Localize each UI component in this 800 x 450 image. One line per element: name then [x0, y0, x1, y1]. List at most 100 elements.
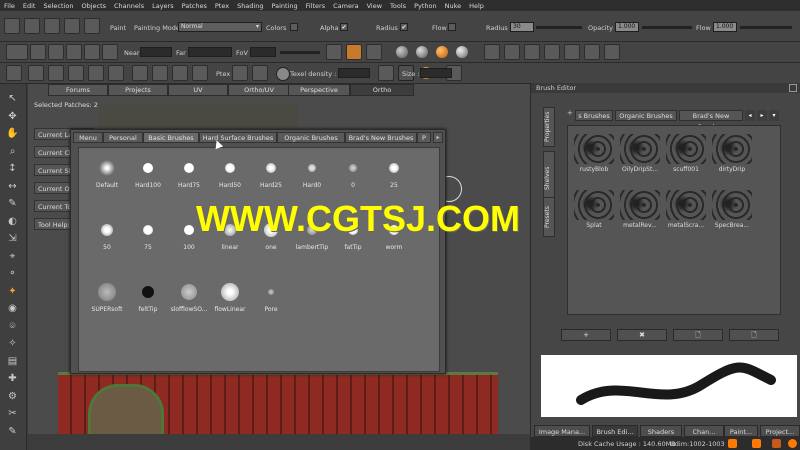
colors-checkbox[interactable]	[290, 23, 298, 31]
tool-12-icon[interactable]: ◉	[6, 302, 19, 315]
cursor-icon[interactable]	[504, 44, 520, 60]
tab-uv[interactable]: UV	[168, 84, 228, 96]
eye-icon[interactable]	[132, 65, 148, 81]
painting-mode-select[interactable]: Normal ▾	[178, 22, 262, 32]
visibility-icon[interactable]	[192, 65, 208, 81]
sphere-white-icon[interactable]	[456, 46, 468, 58]
tool-7-icon[interactable]: ◐	[6, 215, 19, 228]
brush-25[interactable]: 25	[374, 154, 414, 194]
tab-brad-s-new-brushes[interactable]: Brad's New Brushes	[345, 132, 417, 143]
brush-0[interactable]: 0	[333, 154, 373, 194]
near-input[interactable]	[140, 47, 172, 57]
file-icon[interactable]	[24, 18, 40, 34]
menu-item-tools[interactable]: Tools	[386, 2, 410, 10]
lock-icon[interactable]	[772, 439, 781, 448]
move-icon[interactable]	[28, 65, 44, 81]
brush-default[interactable]: Default	[87, 154, 127, 194]
thumb-metalrev[interactable]	[620, 190, 660, 220]
thumb-dirtydrip[interactable]	[712, 134, 752, 164]
thumb-rustyblob[interactable]	[574, 134, 614, 164]
tool-4-icon[interactable]: ↕	[6, 162, 19, 175]
grid-icon[interactable]	[4, 18, 20, 34]
menu-item-channels[interactable]: Channels	[110, 2, 148, 10]
paint-through-icon[interactable]	[326, 44, 342, 60]
sphere-icon[interactable]	[396, 46, 408, 58]
thumb-specbrea[interactable]	[712, 190, 752, 220]
bottom-tab-5[interactable]: Project...	[760, 425, 800, 437]
brush-hard25[interactable]: Hard25	[251, 154, 291, 194]
brush-hard75[interactable]: Hard75	[169, 154, 209, 194]
down-arrow-icon[interactable]	[48, 65, 64, 81]
brush-felttip[interactable]: feltTip	[128, 278, 168, 318]
brush-flowlinear[interactable]: flowLinear	[210, 278, 250, 318]
texel-icon[interactable]	[276, 67, 290, 81]
sphere-shiny-icon[interactable]	[416, 46, 428, 58]
menu-item-selection[interactable]: Selection	[39, 2, 77, 10]
radius-input[interactable]: 30	[510, 22, 534, 32]
brush-50[interactable]: 50	[87, 216, 127, 256]
marquee-icon[interactable]	[108, 65, 124, 81]
tool-9-icon[interactable]: ⌖	[6, 250, 19, 263]
brush-hard50[interactable]: Hard50	[210, 154, 250, 194]
bottom-tab-4[interactable]: Paint...	[724, 425, 758, 437]
brush-hard0[interactable]: Hard0	[292, 154, 332, 194]
undo-icon[interactable]	[6, 65, 22, 81]
thumb-oilydripst[interactable]	[620, 134, 660, 164]
tab-orthouv[interactable]: Ortho/UV	[228, 84, 290, 96]
menu-item-file[interactable]: File	[0, 2, 19, 10]
opacity-slider[interactable]	[642, 26, 692, 29]
bottom-tab-3[interactable]: Chan...	[684, 425, 724, 437]
tab-perspective[interactable]: Perspective	[288, 84, 350, 96]
flow-input[interactable]: 1.000	[713, 22, 737, 32]
menu-item-view[interactable]: View	[363, 2, 386, 10]
file-x-icon[interactable]	[44, 18, 60, 34]
editor-tab-1[interactable]: Organic Brushes	[615, 110, 677, 121]
tab-p[interactable]: P	[417, 132, 431, 143]
tool-14-icon[interactable]: ✧	[6, 337, 19, 350]
ptex-grid-icon[interactable]	[232, 65, 248, 81]
sphere-orange-icon[interactable]	[436, 46, 448, 58]
light-icon[interactable]	[6, 44, 28, 60]
tab-right-icon[interactable]: ▸	[757, 110, 767, 121]
tab-projects[interactable]: Projects	[108, 84, 168, 96]
brush-75[interactable]: 75	[128, 216, 168, 256]
tool-15-icon[interactable]: ▤	[6, 355, 19, 368]
tool-icon[interactable]	[366, 44, 382, 60]
tool-10-icon[interactable]: ⚬	[6, 267, 19, 280]
shelf-button-1[interactable]: ✖	[617, 329, 667, 341]
tool-13-icon[interactable]: ⌾	[6, 320, 19, 333]
tab-personal[interactable]: Personal	[103, 132, 143, 143]
camera-right-icon[interactable]	[84, 44, 100, 60]
alpha-checkbox[interactable]: ✔	[340, 23, 348, 31]
side-tab-presets[interactable]: Presets	[543, 197, 555, 237]
align-icon[interactable]	[564, 44, 580, 60]
menu-item-shading[interactable]: Shading	[233, 2, 267, 10]
eye-hide-icon[interactable]	[152, 65, 168, 81]
transfer-icon[interactable]	[84, 18, 100, 34]
menu-item-ptex[interactable]: Ptex	[211, 2, 233, 10]
opacity-input[interactable]: 1.000	[615, 22, 639, 32]
bottom-tab-2[interactable]: Shaders	[640, 425, 682, 437]
brush-supersoft[interactable]: SUPERsoft	[87, 278, 127, 318]
distribute-icon[interactable]	[584, 44, 600, 60]
thumb-scuff001[interactable]	[666, 134, 706, 164]
tool-2-icon[interactable]: ✋	[6, 127, 19, 140]
brush-pore[interactable]: Pore	[251, 278, 291, 318]
menu-item-nuke[interactable]: Nuke	[441, 2, 466, 10]
brush-slofflowso[interactable]: slofflowSO...	[169, 278, 209, 318]
texel-apply-icon[interactable]	[378, 65, 394, 81]
tab-organic-brushes[interactable]: Organic Brushes	[277, 132, 345, 143]
record-icon[interactable]	[788, 439, 797, 448]
menu-item-layers[interactable]: Layers	[148, 2, 178, 10]
flow-slider[interactable]	[740, 26, 792, 29]
flip-icon[interactable]	[544, 44, 560, 60]
tab-hard-surface-brushes[interactable]: Hard Surface Brushes	[199, 132, 277, 143]
tab-ortho[interactable]: Ortho	[350, 84, 414, 96]
tool-1-icon[interactable]: ✥	[6, 110, 19, 123]
flow-checkbox[interactable]	[448, 23, 456, 31]
brush-hard100[interactable]: Hard100	[128, 154, 168, 194]
tool-5-icon[interactable]: ↔	[6, 180, 19, 193]
pin-icon[interactable]	[484, 44, 500, 60]
add-icon[interactable]: +	[567, 109, 573, 117]
swap-icon[interactable]	[64, 18, 80, 34]
